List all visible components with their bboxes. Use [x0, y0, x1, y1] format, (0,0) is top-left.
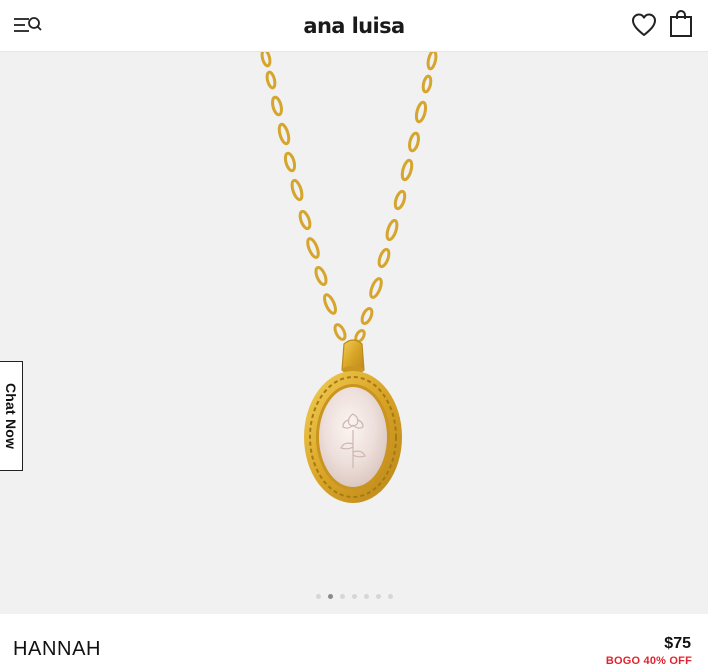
product-info: HANNAH $75 BOGO 40% OFF [0, 614, 708, 671]
product-image-gallery[interactable] [0, 52, 708, 614]
gallery-dot[interactable] [363, 594, 369, 599]
promo-badge: BOGO 40% OFF [605, 655, 692, 667]
product-price: $75 [664, 635, 691, 652]
menu-search-icon[interactable] [12, 12, 44, 38]
chat-now-label: Chat Now [3, 382, 19, 450]
necklace-image [260, 52, 438, 503]
chat-now-button[interactable]: Chat Now [0, 361, 23, 471]
site-header: ana luisa [0, 0, 708, 52]
gallery-pagination [0, 594, 708, 599]
heart-icon[interactable] [630, 12, 658, 38]
brand-logo[interactable]: ana luisa [303, 14, 405, 38]
gallery-dot-active[interactable] [327, 594, 333, 599]
gallery-dot[interactable] [375, 594, 381, 599]
shopping-bag-icon[interactable] [669, 10, 693, 38]
gallery-dot[interactable] [351, 594, 357, 599]
product-name: HANNAH [13, 638, 102, 660]
gallery-dot[interactable] [339, 594, 345, 599]
gallery-dot[interactable] [315, 594, 321, 599]
gallery-dot[interactable] [387, 594, 393, 599]
